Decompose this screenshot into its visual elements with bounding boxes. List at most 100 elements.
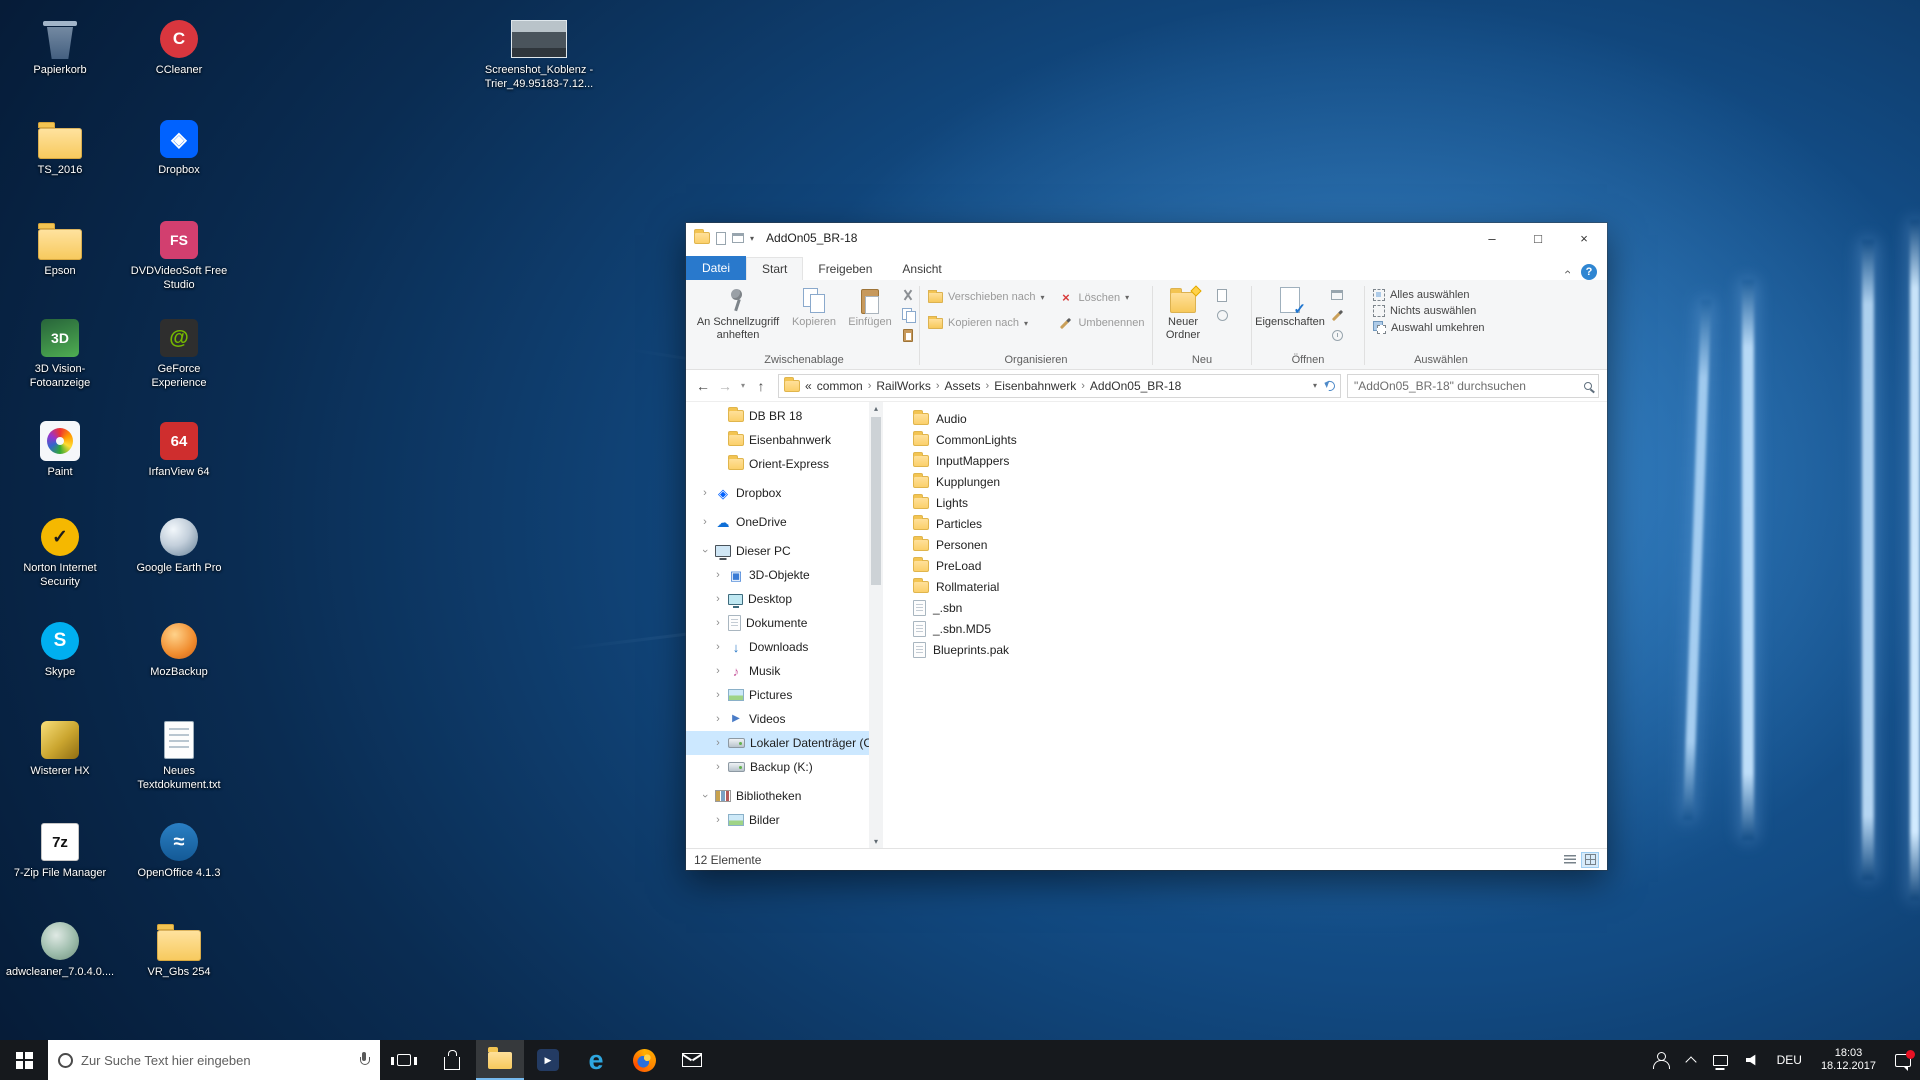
chevron-right-icon[interactable]: › (713, 641, 723, 653)
pin-to-quick-access-button[interactable]: An Schnellzugriff anheften (690, 282, 786, 345)
chevron-right-icon[interactable]: › (713, 737, 723, 749)
desktop-icon-vr-gbs[interactable]: VR_Gbs 254 (129, 919, 229, 980)
scroll-down-icon[interactable]: ▾ (874, 837, 878, 846)
mail-button[interactable] (668, 1040, 716, 1080)
chevron-right-icon[interactable]: › (700, 516, 710, 528)
minimize-button[interactable]: – (1469, 223, 1515, 253)
desktop-icon-screenshot[interactable]: Screenshot_Koblenz - Trier_49.95183-7.12… (474, 17, 604, 92)
start-button[interactable] (0, 1040, 48, 1080)
chevron-right-icon[interactable]: › (713, 814, 723, 826)
sidebar-item-backup-k[interactable]: › Backup (K:) (686, 755, 869, 779)
qat-button-icon[interactable] (716, 232, 726, 245)
scrollbar-thumb[interactable] (871, 417, 881, 585)
paste-button[interactable]: Einfügen (842, 282, 898, 333)
chevron-right-icon[interactable]: › (713, 713, 723, 725)
select-all-button[interactable]: Alles auswählen (1366, 287, 1477, 303)
desktop-icon-ts2016[interactable]: TS_2016 (10, 117, 110, 178)
desktop-icon-epson[interactable]: Epson (10, 218, 110, 279)
desktop-icon-skype[interactable]: S Skype (10, 619, 110, 680)
sidebar-item-musik[interactable]: › ♪ Musik (686, 659, 869, 683)
sidebar-item-orient-express[interactable]: › Orient-Express (686, 452, 869, 476)
chevron-down-icon[interactable]: › (699, 791, 711, 801)
desktop-icon-3d-vision[interactable]: 3D 3D Vision-Fotoanzeige (10, 316, 110, 391)
sidebar-item-eisenbahnwerk[interactable]: › Eisenbahnwerk (686, 428, 869, 452)
task-view-button[interactable] (380, 1040, 428, 1080)
file-item[interactable]: Blueprints.pak (913, 639, 1607, 660)
details-view-button[interactable] (1561, 852, 1579, 868)
taskbar-search-box[interactable] (48, 1040, 380, 1080)
breadcrumb-segment[interactable]: common (817, 379, 863, 393)
file-item[interactable]: _.sbn (913, 597, 1607, 618)
sidebar-item-db-br-18[interactable]: › DB BR 18 (686, 404, 869, 428)
sidebar-item-downloads[interactable]: › ↓ Downloads (686, 635, 869, 659)
desktop-icon-ccleaner[interactable]: C CCleaner (129, 17, 229, 78)
breadcrumb-overflow[interactable]: « (805, 379, 812, 393)
desktop-icon-openoffice[interactable]: ≈ OpenOffice 4.1.3 (129, 820, 229, 881)
tab-datei[interactable]: Datei (686, 256, 746, 280)
address-dropdown-icon[interactable]: ▾ (1313, 381, 1317, 390)
sidebar-item-onedrive[interactable]: › ☁ OneDrive (686, 510, 869, 534)
desktop-icon-wisterer-hx[interactable]: Wisterer HX (10, 718, 110, 779)
chevron-right-icon[interactable]: › (700, 487, 710, 499)
new-item-button[interactable] (1214, 287, 1230, 303)
explorer-search-input[interactable] (1354, 379, 1580, 393)
refresh-icon[interactable] (1323, 379, 1337, 393)
history-button[interactable] (1329, 327, 1345, 343)
breadcrumb-segment[interactable]: AddOn05_BR-18 (1090, 379, 1181, 393)
file-item[interactable]: PreLoad (913, 555, 1607, 576)
desktop-icon-paint[interactable]: Paint (10, 419, 110, 480)
file-explorer-button[interactable] (476, 1040, 524, 1080)
desktop-icon-7zip[interactable]: 7z 7-Zip File Manager (10, 820, 110, 881)
collapse-ribbon-icon[interactable]: › (1560, 270, 1574, 274)
language-indicator[interactable]: DEU (1768, 1040, 1811, 1080)
up-button[interactable]: ↑ (750, 378, 772, 394)
properties-button[interactable]: ✓ Eigenschaften (1253, 282, 1327, 333)
copy-to-button[interactable]: Kopieren nach ▾ (921, 315, 1051, 331)
file-item[interactable]: CommonLights (913, 429, 1607, 450)
rename-button[interactable]: Umbenennen (1051, 315, 1151, 331)
paste-shortcut-button[interactable] (900, 327, 916, 343)
new-folder-button[interactable]: Neuer Ordner (1154, 282, 1212, 345)
chevron-right-icon[interactable]: › (713, 617, 723, 629)
select-none-button[interactable]: Nichts auswählen (1366, 303, 1483, 319)
sidebar-item-3d-objekte[interactable]: › ▣ 3D-Objekte (686, 563, 869, 587)
sidebar-item-bibliotheken[interactable]: › Bibliotheken (686, 784, 869, 808)
breadcrumb-segment[interactable]: Assets (945, 379, 981, 393)
help-icon[interactable]: ? (1581, 264, 1597, 280)
forward-button[interactable]: → (714, 378, 736, 394)
chevron-right-icon[interactable]: › (713, 665, 723, 677)
desktop-icon-dropbox[interactable]: ◈ Dropbox (129, 117, 229, 178)
sidebar-item-dokumente[interactable]: › Dokumente (686, 611, 869, 635)
clock[interactable]: 18:03 18.12.2017 (1811, 1047, 1886, 1073)
desktop-icon-papierkorb[interactable]: Papierkorb (10, 17, 110, 78)
sidebar-item-lokaler-datentraeger-c[interactable]: › Lokaler Datenträger (C:) (686, 731, 869, 755)
tab-freigeben[interactable]: Freigeben (803, 258, 887, 280)
titlebar[interactable]: ▾ AddOn05_BR-18 – □ × (686, 223, 1607, 253)
people-button[interactable] (1643, 1040, 1678, 1080)
chevron-right-icon[interactable]: › (713, 569, 723, 581)
move-to-button[interactable]: Verschieben nach ▾ (921, 289, 1051, 305)
breadcrumb[interactable]: « common › RailWorks › Assets › Eisenbah… (778, 374, 1341, 398)
tab-ansicht[interactable]: Ansicht (887, 258, 956, 280)
taskbar-search-input[interactable] (81, 1053, 350, 1068)
chevron-right-icon[interactable]: › (713, 689, 723, 701)
recent-locations-dropdown-icon[interactable]: ▾ (736, 381, 750, 390)
file-item[interactable]: Lights (913, 492, 1607, 513)
file-item[interactable]: Rollmaterial (913, 576, 1607, 597)
sidebar-item-desktop[interactable]: › Desktop (686, 587, 869, 611)
navigation-scrollbar[interactable]: ▴ ▾ (869, 402, 883, 848)
cut-button[interactable] (900, 287, 916, 303)
thumbnail-view-button[interactable] (1581, 852, 1599, 868)
firefox-button[interactable] (620, 1040, 668, 1080)
file-item[interactable]: _.sbn.MD5 (913, 618, 1607, 639)
explorer-search-box[interactable] (1347, 374, 1599, 398)
desktop-icon-google-earth[interactable]: Google Earth Pro (129, 515, 229, 576)
qat-button-icon[interactable] (732, 233, 744, 243)
edge-button[interactable]: e (572, 1040, 620, 1080)
breadcrumb-segment[interactable]: Eisenbahnwerk (994, 379, 1076, 393)
network-button[interactable] (1704, 1040, 1737, 1080)
back-button[interactable]: ← (692, 378, 714, 394)
store-button[interactable] (428, 1040, 476, 1080)
show-hidden-icons-button[interactable] (1678, 1040, 1704, 1080)
file-item[interactable]: Audio (913, 408, 1607, 429)
